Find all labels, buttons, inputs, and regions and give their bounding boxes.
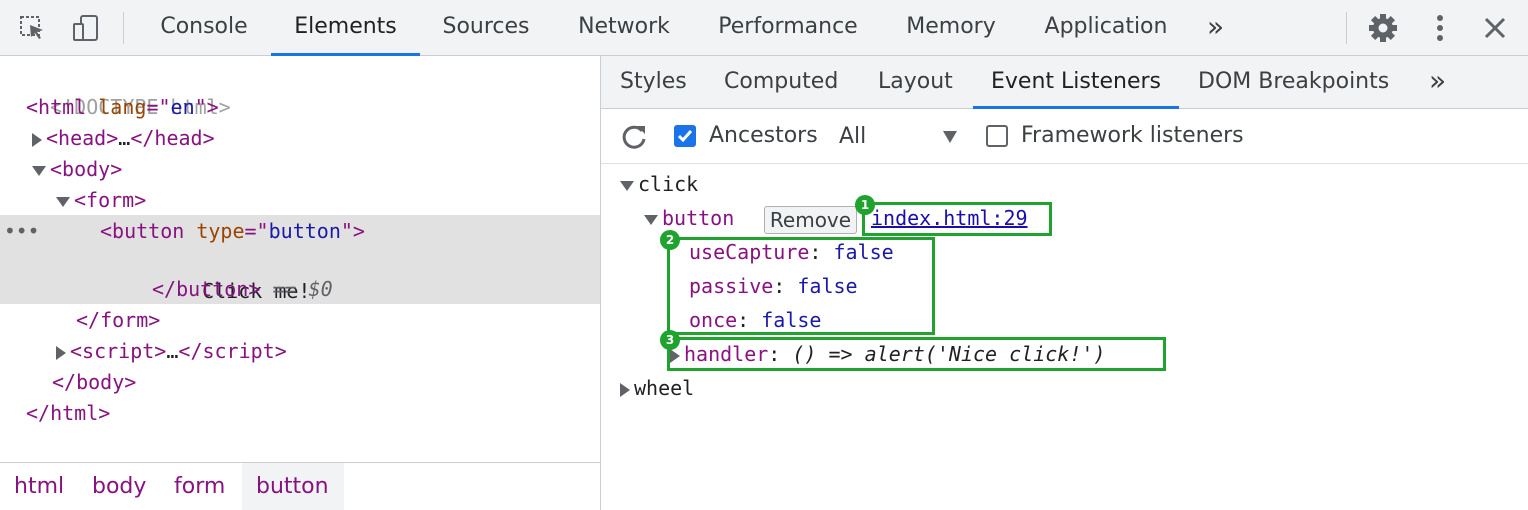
chevron-down-icon[interactable]: [943, 131, 957, 143]
inspect-element-icon[interactable]: [14, 10, 50, 46]
ancestors-label: Ancestors: [709, 123, 818, 148]
expand-arrow-icon[interactable]: [56, 345, 66, 360]
breadcrumb: html body form button: [0, 462, 600, 510]
tab-event-listeners[interactable]: Event Listeners: [973, 56, 1179, 109]
doctype-line[interactable]: <!DOCTYPE html>: [26, 61, 231, 119]
refresh-icon[interactable]: [620, 123, 648, 151]
collapse-arrow-icon[interactable]: [620, 180, 634, 191]
form-close-tag: /form: [88, 308, 149, 332]
button-attr-value: button: [268, 219, 341, 243]
body-line[interactable]: <body>: [32, 154, 122, 185]
toolbar-separator: [1346, 12, 1347, 44]
ancestors-checkbox[interactable]: [674, 125, 696, 147]
node-actions-icon[interactable]: •••: [4, 216, 39, 247]
wheel-event-label: wheel: [634, 376, 695, 400]
button-listener-node[interactable]: button: [644, 203, 734, 233]
collapse-arrow-icon[interactable]: [32, 165, 46, 176]
breadcrumb-html[interactable]: html: [0, 463, 78, 510]
breadcrumb-form[interactable]: form: [160, 463, 239, 510]
console-ref: == $0: [272, 277, 333, 301]
collapse-arrow-icon[interactable]: [56, 196, 70, 207]
html-tag: html: [38, 95, 87, 119]
tab-console[interactable]: Console: [148, 0, 260, 56]
tab-memory[interactable]: Memory: [894, 0, 1008, 56]
highlight-box-1: [862, 202, 1052, 236]
collapse-arrow-icon[interactable]: [644, 214, 658, 225]
click-event-label: click: [638, 172, 699, 196]
script-line[interactable]: <script>…</script>: [56, 336, 287, 367]
listener-node-name: button: [662, 206, 735, 230]
more-tabs-icon[interactable]: »: [1429, 67, 1446, 95]
close-icon[interactable]: [1477, 10, 1513, 46]
framework-listeners-checkbox[interactable]: [986, 125, 1008, 147]
gear-icon[interactable]: [1365, 10, 1401, 46]
html-attr-value: en: [170, 95, 195, 119]
button-open-line[interactable]: <button type="button">: [100, 216, 365, 247]
button-text-line[interactable]: Click me!: [178, 245, 310, 303]
devtools-toolbar: Console Elements Sources Network Perform…: [0, 0, 1528, 56]
tab-computed[interactable]: Computed: [724, 56, 838, 109]
toolbar-separator: [123, 12, 124, 44]
breadcrumb-body[interactable]: body: [78, 463, 160, 510]
html-close-tag: /html: [38, 401, 99, 425]
sidebar-tabs: Styles Computed Layout Event Listeners D…: [601, 56, 1528, 109]
script-tag: script: [82, 339, 155, 363]
button-close-tag: /button: [164, 277, 249, 301]
form-tag: form: [86, 188, 135, 212]
script-close-tag: /script: [190, 339, 275, 363]
html-close-line[interactable]: </html>: [26, 398, 110, 429]
expand-arrow-icon[interactable]: [620, 382, 630, 397]
tab-performance[interactable]: Performance: [706, 0, 870, 56]
form-line[interactable]: <form>: [56, 185, 146, 216]
button-close-line[interactable]: </button> == $0: [152, 274, 333, 305]
head-tag: head: [58, 126, 107, 150]
collapsed-ellipsis: …: [166, 339, 179, 363]
more-tabs-icon[interactable]: »: [1207, 13, 1224, 41]
framework-listeners-label: Framework listeners: [1021, 123, 1244, 148]
expand-arrow-icon[interactable]: [32, 132, 42, 147]
annotation-badge-3: 3: [660, 330, 680, 350]
highlight-box-2: [667, 237, 935, 335]
click-event-group[interactable]: click: [620, 169, 698, 199]
button-tag: button: [112, 219, 185, 243]
tab-layout[interactable]: Layout: [878, 56, 953, 109]
body-close-tag: /body: [64, 370, 125, 394]
annotation-badge-1: 1: [855, 195, 875, 215]
html-open-line[interactable]: <html lang="en">: [26, 92, 219, 123]
button-attr-name: type: [196, 219, 245, 243]
highlight-box-3: [667, 337, 1166, 371]
form-close-line[interactable]: </form>: [76, 305, 160, 336]
remove-listener-button[interactable]: Remove: [764, 206, 857, 234]
tab-sources[interactable]: Sources: [432, 0, 540, 56]
head-line[interactable]: <head>…</head>: [32, 123, 215, 154]
tab-elements[interactable]: Elements: [271, 0, 420, 56]
tab-network[interactable]: Network: [564, 0, 684, 56]
tab-application[interactable]: Application: [1032, 0, 1180, 56]
tab-dom-breakpoints[interactable]: DOM Breakpoints: [1198, 56, 1389, 109]
event-listeners-toolbar: Ancestors All Framework listeners: [601, 109, 1528, 164]
wheel-event-group[interactable]: wheel: [620, 373, 694, 403]
tab-styles[interactable]: Styles: [620, 56, 687, 109]
collapsed-ellipsis: …: [118, 126, 131, 150]
annotation-badge-2: 2: [660, 230, 680, 250]
device-toolbar-icon[interactable]: [68, 10, 104, 46]
listener-type-select[interactable]: All: [839, 123, 866, 151]
breadcrumb-button[interactable]: button: [242, 463, 344, 510]
more-options-icon[interactable]: [1422, 10, 1458, 46]
head-close-tag: /head: [142, 126, 203, 150]
body-close-line[interactable]: </body>: [52, 367, 136, 398]
html-attr-name: lang: [98, 95, 147, 119]
body-tag: body: [62, 157, 111, 181]
